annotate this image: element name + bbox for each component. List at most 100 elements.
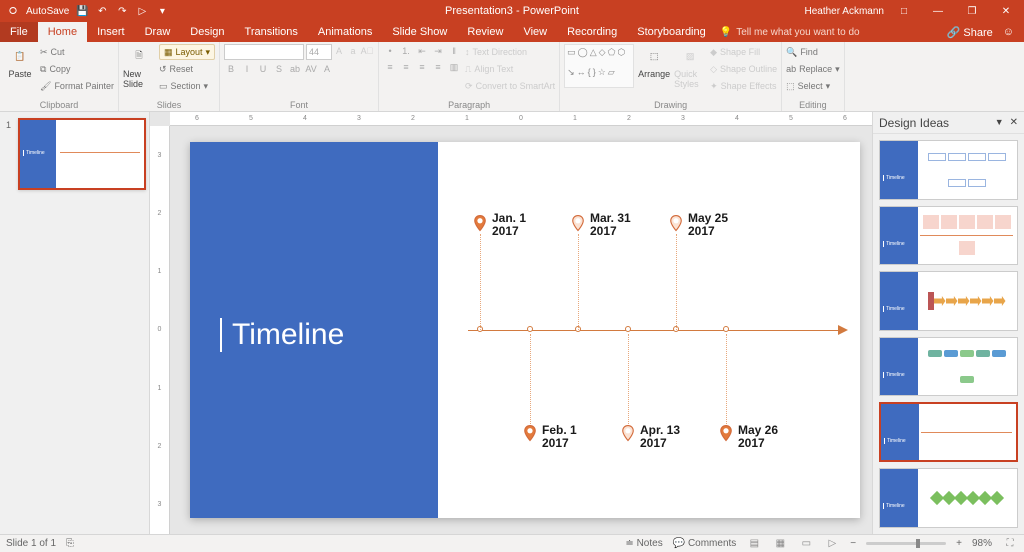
- numbering-icon[interactable]: 1.: [399, 44, 413, 58]
- slideshow-view-icon[interactable]: ▷: [824, 537, 840, 551]
- tab-review[interactable]: Review: [457, 22, 513, 42]
- copy-button[interactable]: ⧉ Copy: [40, 61, 114, 77]
- format-painter-button[interactable]: 🖌 Format Painter: [40, 78, 114, 94]
- sorter-view-icon[interactable]: ▦: [772, 537, 788, 551]
- tab-view[interactable]: View: [513, 22, 557, 42]
- bold-icon[interactable]: B: [224, 62, 238, 76]
- spellcheck-icon[interactable]: ⎘: [66, 538, 74, 549]
- tab-insert[interactable]: Insert: [87, 22, 135, 42]
- find-button[interactable]: 🔍 Find: [786, 44, 840, 60]
- qat-customize-icon[interactable]: ▾: [155, 4, 169, 18]
- align-left-icon[interactable]: ≡: [383, 60, 397, 74]
- tab-draw[interactable]: Draw: [135, 22, 181, 42]
- decrease-font-icon[interactable]: a: [346, 44, 360, 58]
- event-label[interactable]: May 252017: [688, 212, 728, 238]
- undo-icon[interactable]: ↶: [95, 4, 109, 18]
- font-combo[interactable]: [224, 44, 304, 60]
- pin-icon[interactable]: [569, 214, 587, 232]
- close-icon[interactable]: ✕: [992, 1, 1020, 21]
- tell-me[interactable]: 💡 Tell me what you want to do: [720, 22, 860, 42]
- share-button[interactable]: 🔗 Share: [947, 26, 993, 39]
- shape-fill-button[interactable]: ◆ Shape Fill: [710, 44, 777, 60]
- paste-button[interactable]: 📋 Paste: [4, 44, 36, 79]
- align-right-icon[interactable]: ≡: [415, 60, 429, 74]
- replace-button[interactable]: ab Replace ▾: [786, 61, 840, 77]
- tab-home[interactable]: Home: [38, 22, 87, 42]
- event-label[interactable]: Jan. 12017: [492, 212, 526, 238]
- feedback-icon[interactable]: ☺: [1003, 26, 1014, 38]
- pin-icon[interactable]: [619, 424, 637, 442]
- font-color-icon[interactable]: A: [320, 62, 334, 76]
- tab-animations[interactable]: Animations: [308, 22, 382, 42]
- ribbon-options-icon[interactable]: □: [890, 1, 918, 21]
- arrange-button[interactable]: ⬚ Arrange: [638, 44, 670, 79]
- font-size-combo[interactable]: 44: [306, 44, 332, 60]
- tab-slideshow[interactable]: Slide Show: [382, 22, 457, 42]
- zoom-level[interactable]: 98%: [972, 538, 992, 549]
- increase-font-icon[interactable]: A: [332, 44, 346, 58]
- justify-icon[interactable]: ≡: [431, 60, 445, 74]
- zoom-out-icon[interactable]: −: [850, 538, 856, 549]
- zoom-slider[interactable]: [866, 542, 946, 545]
- linespacing-icon[interactable]: ‖: [447, 44, 461, 58]
- fit-to-window-icon[interactable]: ⛶: [1002, 537, 1018, 551]
- section-button[interactable]: ▭ Section ▾: [159, 78, 215, 94]
- shape-effects-button[interactable]: ✦ Shape Effects: [710, 78, 777, 94]
- start-from-beginning-icon[interactable]: ▷: [135, 4, 149, 18]
- layout-button[interactable]: ▦ Layout ▾: [159, 44, 215, 60]
- normal-view-icon[interactable]: ▤: [746, 537, 762, 551]
- spacing-icon[interactable]: AV: [304, 62, 318, 76]
- pane-menu-icon[interactable]: ▼: [995, 117, 1004, 128]
- align-center-icon[interactable]: ≡: [399, 60, 413, 74]
- event-label[interactable]: Mar. 312017: [590, 212, 631, 238]
- pin-icon[interactable]: [667, 214, 685, 232]
- shadow-icon[interactable]: ab: [288, 62, 302, 76]
- clear-format-icon[interactable]: A⃠: [360, 44, 374, 58]
- tab-design[interactable]: Design: [180, 22, 234, 42]
- slide-indicator[interactable]: Slide 1 of 1: [6, 538, 56, 549]
- event-label[interactable]: Apr. 132017: [640, 424, 680, 450]
- shape-outline-button[interactable]: ◇ Shape Outline: [710, 61, 777, 77]
- align-text-button[interactable]: ⎍ Align Text: [465, 61, 555, 77]
- reading-view-icon[interactable]: ▭: [798, 537, 814, 551]
- pin-icon[interactable]: [717, 424, 735, 442]
- cut-button[interactable]: ✂ Cut: [40, 44, 114, 60]
- reset-button[interactable]: ↺ Reset: [159, 61, 215, 77]
- underline-icon[interactable]: U: [256, 62, 270, 76]
- design-idea-5[interactable]: Timeline: [879, 402, 1018, 462]
- text-direction-button[interactable]: ↕ Text Direction: [465, 44, 555, 60]
- design-idea-3[interactable]: Timeline: [879, 271, 1018, 331]
- select-button[interactable]: ⬚ Select ▾: [786, 78, 840, 94]
- tab-file[interactable]: File: [0, 22, 38, 42]
- slide-title[interactable]: Timeline: [220, 318, 344, 352]
- shapes-gallery[interactable]: ▭◯△◇⬠⬡ ↘↔{}☆▱: [564, 44, 634, 88]
- columns-icon[interactable]: ▥: [447, 60, 461, 74]
- notes-button[interactable]: ≐ Notes: [625, 538, 662, 549]
- design-idea-4[interactable]: Timeline: [879, 337, 1018, 397]
- zoom-in-icon[interactable]: +: [956, 538, 962, 549]
- indent-dec-icon[interactable]: ⇤: [415, 44, 429, 58]
- pin-icon[interactable]: [471, 214, 489, 232]
- design-idea-1[interactable]: Timeline: [879, 140, 1018, 200]
- save-icon[interactable]: 💾: [75, 4, 89, 18]
- redo-icon[interactable]: ↷: [115, 4, 129, 18]
- user-name[interactable]: Heather Ackmann: [805, 6, 885, 17]
- slide-canvas[interactable]: Timeline Jan. 12017 Mar. 312017 May 252017…: [190, 142, 860, 518]
- design-idea-2[interactable]: Timeline: [879, 206, 1018, 266]
- maximize-icon[interactable]: ❐: [958, 1, 986, 21]
- new-slide-button[interactable]: 🗎 New Slide: [123, 44, 155, 89]
- tab-storyboarding[interactable]: Storyboarding: [627, 22, 716, 42]
- bullets-icon[interactable]: •: [383, 44, 397, 58]
- quick-styles-button[interactable]: ▨ Quick Styles: [674, 44, 706, 89]
- slide-thumbnail-1[interactable]: Timeline: [18, 118, 146, 190]
- tab-transitions[interactable]: Transitions: [235, 22, 308, 42]
- indent-inc-icon[interactable]: ⇥: [431, 44, 445, 58]
- event-label[interactable]: May 262017: [738, 424, 778, 450]
- comments-button[interactable]: 💬 Comments: [673, 538, 737, 549]
- italic-icon[interactable]: I: [240, 62, 254, 76]
- pin-icon[interactable]: [521, 424, 539, 442]
- design-idea-6[interactable]: Timeline: [879, 468, 1018, 528]
- pane-close-icon[interactable]: ✕: [1010, 117, 1018, 128]
- autosave-toggle[interactable]: ⭘: [6, 4, 20, 18]
- tab-recording[interactable]: Recording: [557, 22, 627, 42]
